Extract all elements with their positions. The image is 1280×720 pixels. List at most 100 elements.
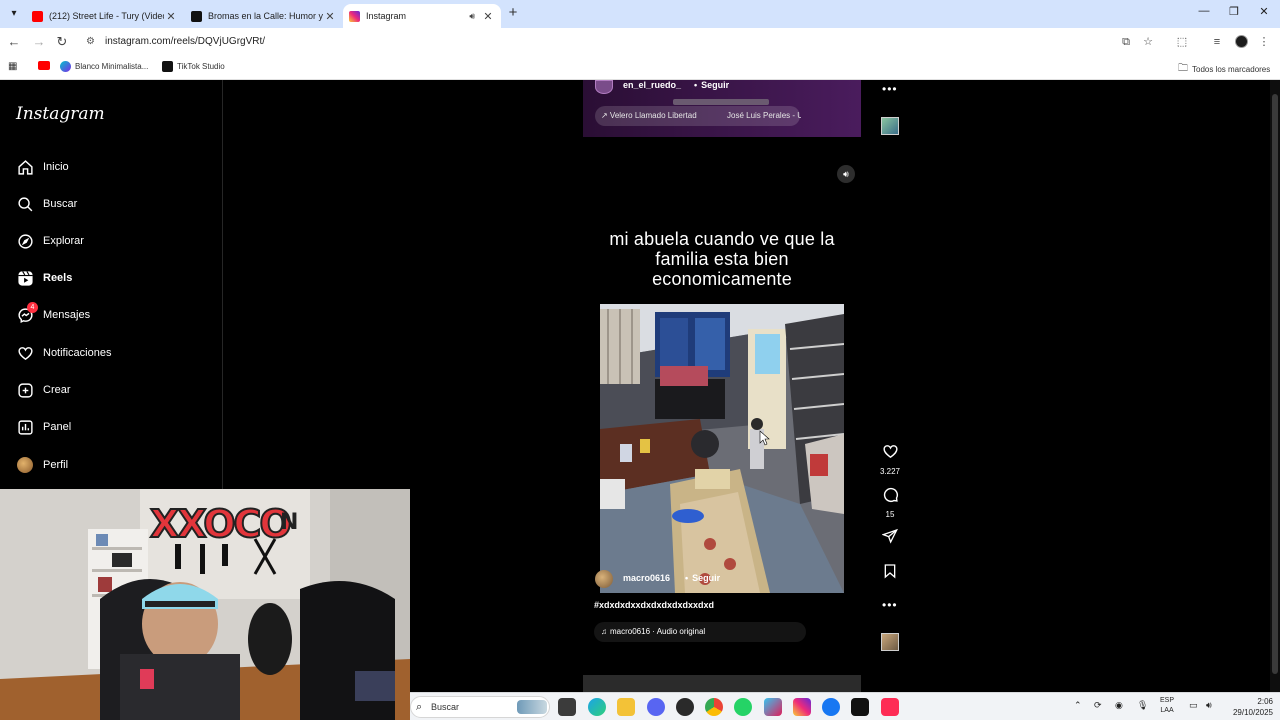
close-icon[interactable]: ✕ xyxy=(323,10,337,23)
follow-button[interactable]: • Seguir xyxy=(694,80,729,90)
sidebar-item-crear[interactable]: Crear xyxy=(16,379,71,401)
scrollbar-thumb[interactable] xyxy=(1272,94,1278,674)
keyboard-layout: LAA xyxy=(1160,707,1174,714)
youtube-icon xyxy=(32,10,43,22)
install-app-icon[interactable]: ⧉ xyxy=(1118,34,1134,50)
follow-button[interactable]: • Seguir xyxy=(685,573,720,583)
close-icon[interactable]: ✕ xyxy=(481,10,495,23)
tab-youtube[interactable]: (212) Street Life - Tury (Video Oficial)… xyxy=(26,4,184,28)
chart-icon xyxy=(16,418,34,436)
task-view-icon[interactable] xyxy=(558,698,576,716)
share-button[interactable] xyxy=(878,528,902,549)
reload-button[interactable]: ↻ xyxy=(54,34,70,50)
avatar[interactable] xyxy=(595,570,613,588)
search-icon xyxy=(16,195,34,213)
previous-reel[interactable]: en_el_ruedo_ • Seguir ↗ Velero Llamado Li… xyxy=(583,80,861,137)
close-window-button[interactable]: ✕ xyxy=(1254,5,1274,23)
site-info-icon[interactable]: ⚙ xyxy=(86,36,98,48)
tab-tiktok[interactable]: Bromas en la Calle: Humor y Diversión ✕ xyxy=(185,4,343,28)
sidebar-item-label: Panel xyxy=(43,421,72,433)
sidebar-item-explorar[interactable]: Explorar xyxy=(16,230,84,252)
tab-title: Instagram xyxy=(366,11,407,21)
search-highlight-icon xyxy=(517,700,547,714)
sidebar-item-panel[interactable]: Panel xyxy=(16,416,71,438)
heart-icon xyxy=(16,344,34,362)
tab-search-icon[interactable]: ▾ xyxy=(6,6,22,22)
reel-hashtags[interactable]: #xdxdxdxxdxdxdxdxdxxdxd xyxy=(594,600,714,610)
more-menu-icon[interactable]: ⋮ xyxy=(1256,34,1272,50)
reel-username[interactable]: macro0616 xyxy=(623,573,670,583)
all-bookmarks-folder[interactable]: 🗀 Todos los marcadores xyxy=(1178,61,1270,78)
chrome-icon[interactable] xyxy=(705,698,723,716)
audio-thumbnail[interactable] xyxy=(881,633,899,651)
forward-button[interactable]: → xyxy=(31,34,47,50)
like-button[interactable]: 3.227 xyxy=(878,443,902,476)
caption-line: mi abuela cuando ve que la xyxy=(609,229,835,249)
tab-instagram[interactable]: Instagram 🔊︎ ✕ xyxy=(343,4,501,28)
network-icon[interactable]: ▭ xyxy=(1189,700,1198,711)
sidebar-item-inicio[interactable]: Inicio xyxy=(16,156,69,178)
bookmark-label: TikTok Studio xyxy=(177,62,225,71)
language-code: ESP xyxy=(1160,697,1175,704)
facebook-icon[interactable] xyxy=(822,698,840,716)
clock-date: 29/10/2025 xyxy=(1232,708,1273,717)
save-button[interactable] xyxy=(878,563,902,584)
minimize-button[interactable]: — xyxy=(1194,5,1214,23)
search-icon: ⌕ xyxy=(416,701,423,713)
send-icon xyxy=(878,528,902,549)
instagram-logo[interactable]: Instagram xyxy=(16,104,105,124)
home-icon xyxy=(16,158,34,176)
microphone-icon[interactable]: 🎙︎ xyxy=(1137,700,1148,711)
media-control-icon[interactable]: ≡ xyxy=(1209,34,1225,50)
blurred-text xyxy=(673,99,769,105)
bookmark-tiktok-studio[interactable]: TikTok Studio xyxy=(162,61,225,72)
sidebar-item-reels[interactable]: Reels xyxy=(16,267,72,289)
bookmark-youtube[interactable] xyxy=(38,61,54,70)
slack-icon[interactable] xyxy=(764,698,782,716)
scrollbar[interactable] xyxy=(1270,80,1280,692)
reel-video[interactable] xyxy=(600,304,844,593)
bookmarks-bar: ▦ Blanco Minimalista... TikTok Studio 🗀 … xyxy=(0,56,1280,80)
language-indicator[interactable]: ESP LAA xyxy=(1160,696,1174,716)
apps-grid-icon[interactable]: ▦ xyxy=(8,61,17,72)
obs-icon[interactable] xyxy=(676,698,694,716)
comment-button[interactable]: 15 xyxy=(878,486,902,519)
more-options-icon[interactable]: ••• xyxy=(882,82,898,96)
tiktok-studio-icon[interactable] xyxy=(881,698,899,716)
speaker-icon[interactable]: 🔊︎ xyxy=(469,11,475,22)
more-options-icon[interactable]: ••• xyxy=(882,598,898,612)
current-reel[interactable]: 🔊︎ mi abuela cuando ve que la familia es… xyxy=(583,137,861,647)
discord-icon[interactable] xyxy=(647,698,665,716)
audio-track[interactable]: ♫ macro0616 · Audio original xyxy=(601,627,705,636)
tiktok-icon[interactable] xyxy=(851,698,869,716)
instagram-icon[interactable] xyxy=(793,698,811,716)
sidebar-item-buscar[interactable]: Buscar xyxy=(16,193,77,215)
extensions-icon[interactable]: ⬚ xyxy=(1174,34,1190,50)
reel-username[interactable]: en_el_ruedo_ xyxy=(623,80,681,90)
whatsapp-icon[interactable] xyxy=(734,698,752,716)
file-explorer-icon[interactable] xyxy=(617,698,635,716)
system-clock[interactable]: 2:06 29/10/2025 xyxy=(1225,696,1273,718)
url-text[interactable]: instagram.com/reels/DQVjUGrgVRt/ xyxy=(105,36,265,47)
restore-button[interactable]: ❐ xyxy=(1224,5,1244,23)
bookmark-canva[interactable]: Blanco Minimalista... xyxy=(60,61,148,72)
sync-icon[interactable]: ⟳ xyxy=(1094,700,1102,711)
volume-icon[interactable]: 🔊︎ xyxy=(1206,700,1212,711)
sidebar-item-notificaciones[interactable]: Notificaciones xyxy=(16,342,111,364)
chevron-up-icon[interactable]: ⌃ xyxy=(1074,700,1082,711)
audio-thumbnail[interactable] xyxy=(881,117,899,135)
comment-icon xyxy=(878,486,902,508)
tray-app-icon[interactable]: ◉ xyxy=(1115,700,1123,711)
new-tab-button[interactable]: + xyxy=(505,5,521,21)
avatar[interactable] xyxy=(595,80,613,94)
sidebar-item-mensajes[interactable]: 4 Mensajes xyxy=(16,302,90,326)
edge-icon[interactable] xyxy=(588,698,606,716)
sidebar-item-perfil[interactable]: Perfil xyxy=(16,454,68,476)
profile-avatar[interactable] xyxy=(1235,35,1248,48)
speaker-icon[interactable]: 🔊︎ xyxy=(837,165,855,183)
taskbar-search[interactable]: ⌕ Buscar xyxy=(410,696,550,718)
bookmark-star-icon[interactable]: ☆ xyxy=(1140,34,1156,50)
address-bar[interactable]: ⚙ instagram.com/reels/DQVjUGrgVRt/ xyxy=(80,31,1170,54)
back-button[interactable]: ← xyxy=(6,34,22,50)
close-icon[interactable]: ✕ xyxy=(164,10,178,23)
